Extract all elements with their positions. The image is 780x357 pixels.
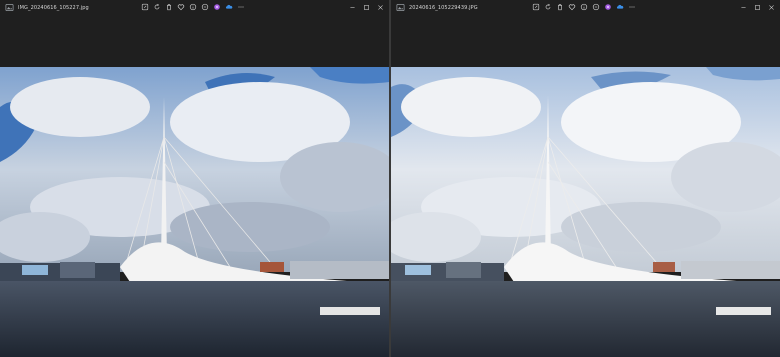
window-controls [738,2,776,12]
minimize-icon [349,6,355,8]
compare-icon [201,3,209,11]
copilot-button[interactable] [212,2,222,12]
close-icon [768,4,774,10]
photo-canvas[interactable] [0,67,389,357]
close-button[interactable] [375,2,385,12]
edit-button[interactable] [140,2,150,12]
minimize-button[interactable] [738,2,748,12]
compare-button[interactable] [591,2,601,12]
compare-button[interactable] [200,2,210,12]
photo-canvas[interactable] [391,67,780,357]
photos-app-icon [5,3,14,12]
onedrive-button[interactable] [224,2,234,12]
rotate-button[interactable] [543,2,553,12]
maximize-icon [754,4,760,10]
file-name: IMG_20240616_105227.jpg [18,4,89,11]
info-button[interactable] [188,2,198,12]
window-controls [347,2,385,12]
info-icon [189,3,197,11]
maximize-icon [363,4,369,10]
close-button[interactable] [766,2,776,12]
rotate-icon [154,3,160,10]
more-button[interactable] [627,2,637,12]
photo-image [0,67,389,357]
rotate-icon [545,3,551,10]
compare-icon [592,3,600,11]
more-icon [629,6,635,8]
onedrive-button[interactable] [615,2,625,12]
file-name: 20240616_105229439.JPG [409,4,478,11]
favorite-button[interactable] [567,2,577,12]
info-button[interactable] [579,2,589,12]
info-icon [580,3,588,11]
edit-icon [532,3,540,11]
edit-icon [141,3,149,11]
copilot-icon [214,4,220,10]
onedrive-icon [616,4,624,9]
delete-button[interactable] [164,2,174,12]
toolbar [140,2,246,12]
photo-viewer-window-right: 20240616_105229439.JPG [391,0,780,357]
photos-app-icon [396,3,405,12]
toolbar [531,2,637,12]
maximize-button[interactable] [752,2,762,12]
delete-icon [167,4,171,11]
favorite-button[interactable] [176,2,186,12]
edit-button[interactable] [531,2,541,12]
maximize-button[interactable] [361,2,371,12]
more-icon [238,6,244,8]
photo-viewer-window-left: IMG_20240616_105227.jpg [0,0,389,357]
rotate-button[interactable] [152,2,162,12]
minimize-button[interactable] [347,2,357,12]
copilot-button[interactable] [603,2,613,12]
more-button[interactable] [236,2,246,12]
close-icon [377,4,383,10]
delete-button[interactable] [555,2,565,12]
favorite-icon [177,4,185,11]
favorite-icon [568,4,576,11]
photo-image [391,67,780,357]
delete-icon [558,4,562,11]
minimize-icon [740,6,746,8]
copilot-icon [605,4,611,10]
onedrive-icon [225,4,233,9]
